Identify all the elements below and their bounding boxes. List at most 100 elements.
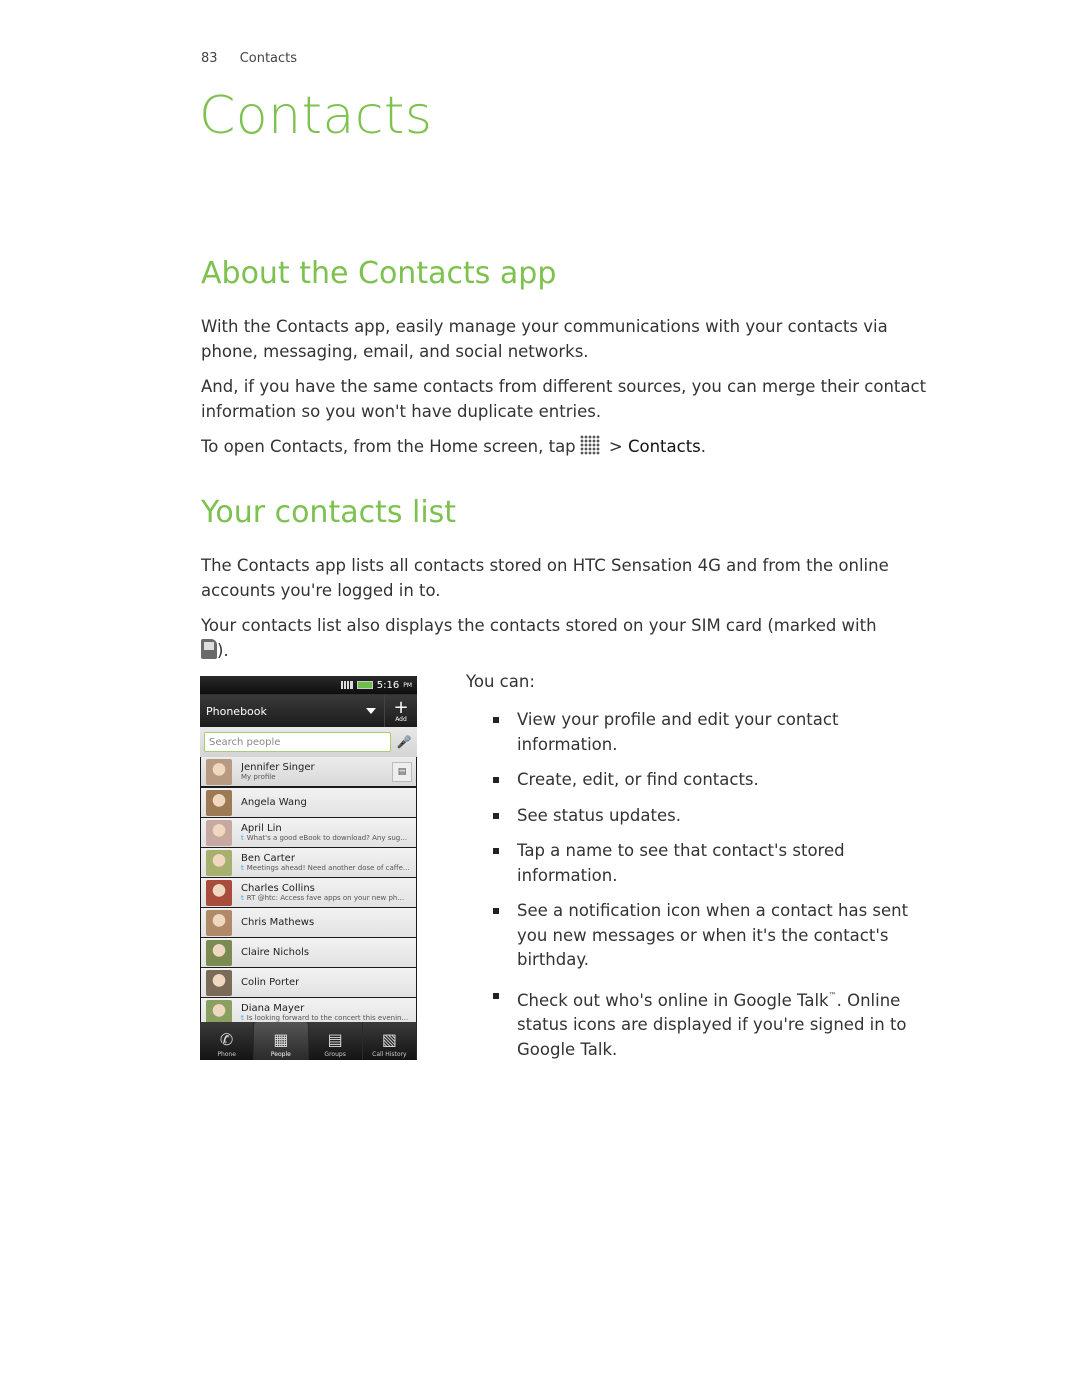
contact-row[interactable]: Charles Collins t RT @htc: Access fave app… — [201, 878, 416, 907]
you-can-label: You can: — [466, 672, 535, 691]
list-paragraph-1: The Contacts app lists all contacts stor… — [201, 556, 889, 600]
contact-status: t What's a good eBook to download? Any su… — [241, 834, 407, 842]
contact-avatar — [206, 819, 232, 846]
running-header: 83 Contacts — [201, 51, 297, 66]
tab-groups[interactable]: ▤ Groups — [309, 1022, 363, 1060]
list-paragraph-2: Your contacts list also displays the con… — [201, 614, 941, 663]
status-ampm: PM — [403, 681, 412, 689]
about-paragraph-2: And, if you have the same contacts from … — [201, 377, 927, 421]
twitter-icon: t — [241, 1014, 244, 1022]
tab-phone[interactable]: ✆ Phone — [200, 1022, 255, 1060]
open-instruction-separator: > — [608, 437, 623, 456]
contact-text: Colin Porter — [241, 977, 299, 988]
running-section: Contacts — [239, 51, 298, 66]
chapter-title: Contacts — [199, 86, 433, 146]
heading-about: About the Contacts app — [201, 256, 557, 291]
search-people-input[interactable]: Search people — [204, 732, 391, 752]
contact-card-icon[interactable]: ▤ — [392, 762, 412, 782]
contact-name: Diana Mayer — [241, 1003, 305, 1014]
groups-icon: ▤ — [327, 1030, 343, 1049]
dropdown-caret-icon[interactable] — [366, 708, 376, 714]
contact-row[interactable]: Colin Porter — [201, 968, 416, 997]
contact-status: t Meetings ahead! Need another dose of ca… — [241, 864, 410, 872]
contact-name: Charles Collins — [241, 883, 315, 894]
contact-name: April Lin — [241, 823, 282, 834]
contact-text: Claire Nichols — [241, 947, 309, 958]
contact-row[interactable]: Claire Nichols — [201, 938, 416, 967]
contact-status: t Is looking forward to the concert this … — [241, 1014, 409, 1022]
status-time: 5:16 — [376, 679, 400, 691]
contact-row[interactable]: Ben Carter t Meetings ahead! Need another … — [201, 848, 416, 877]
contact-row[interactable]: Chris Mathews — [201, 908, 416, 937]
search-row: Search people 🎤 — [200, 727, 417, 757]
contact-text: April Lin t What's a good eBook to downloa… — [241, 823, 411, 842]
heading-contacts-list: Your contacts list — [201, 495, 457, 530]
contact-row[interactable]: April Lin t What's a good eBook to downloa… — [201, 818, 416, 847]
open-instruction: To open Contacts, from the Home screen, … — [201, 435, 941, 460]
contact-avatar — [206, 789, 232, 816]
tab-label: People — [270, 1051, 291, 1058]
call-history-icon: ▧ — [381, 1030, 397, 1049]
open-instruction-prefix: To open Contacts, from the Home screen, … — [201, 437, 576, 456]
contact-status: My profile — [241, 773, 276, 781]
contact-avatar — [206, 939, 232, 966]
contact-text: Chris Mathews — [241, 917, 314, 928]
tab-label: Phone — [217, 1051, 236, 1058]
contact-avatar — [206, 849, 232, 876]
sim-card-icon — [201, 638, 217, 659]
contact-avatar — [206, 969, 232, 996]
open-instruction-suffix: . — [700, 437, 707, 456]
bottom-tab-bar: ✆ Phone ▦ People ▤ Groups ▧ Call History — [200, 1022, 417, 1060]
contact-text: Jennifer Singer My profile — [241, 762, 411, 781]
twitter-icon: t — [241, 834, 244, 842]
tab-label: Call History — [372, 1051, 407, 1058]
add-contact-button[interactable]: + Add — [384, 695, 417, 727]
open-instruction-target: Contacts — [627, 437, 701, 456]
tab-people[interactable]: ▦ People — [254, 1022, 309, 1060]
status-bar: 5:16 PM — [200, 676, 417, 694]
feature-bullet: See status updates. — [490, 804, 935, 829]
contact-name: Chris Mathews — [241, 917, 315, 928]
phone-screenshot: 5:16 PM Phonebook + Add Search people 🎤 … — [200, 676, 417, 1060]
all-apps-grid-icon — [579, 435, 600, 455]
list-paragraph-2-text: Your contacts list also displays the con… — [201, 616, 877, 635]
contact-name: Claire Nichols — [241, 947, 310, 958]
contact-status: t RT @htc: Access fave apps on your new p… — [241, 894, 405, 902]
people-icon: ▦ — [273, 1030, 289, 1049]
contact-text: Diana Mayer t Is looking forward to the co… — [241, 1003, 411, 1022]
feature-bullet: View your profile and edit your contact … — [490, 708, 935, 757]
contact-text: Charles Collins t RT @htc: Access fave app… — [241, 883, 411, 902]
tab-call-history[interactable]: ▧ Call History — [363, 1022, 417, 1060]
contact-avatar — [206, 909, 232, 936]
feature-bullet: Check out who's online in Google Talk™. … — [490, 984, 935, 1063]
list-paragraph-2-suffix: ). — [217, 640, 229, 660]
contact-name: Jennifer Singer — [241, 762, 315, 773]
battery-icon — [356, 681, 373, 689]
twitter-icon: t — [241, 864, 244, 872]
microphone-icon[interactable]: 🎤 — [395, 731, 413, 753]
tab-label: Groups — [324, 1051, 346, 1058]
phonebook-title-bar: Phonebook + Add — [200, 694, 417, 727]
feature-bullet: Create, edit, or find contacts. — [490, 768, 935, 793]
feature-list: View your profile and edit your contact … — [490, 708, 935, 1073]
feature-bullet: See a notification icon when a contact h… — [490, 899, 935, 973]
contact-avatar — [206, 879, 232, 906]
page-number: 83 — [201, 51, 218, 66]
twitter-icon: t — [241, 894, 244, 902]
add-label: Add — [395, 715, 407, 723]
contact-row[interactable]: Angela Wang — [201, 788, 416, 817]
trademark-mark: ™ — [828, 990, 837, 1000]
contact-list: Jennifer Singer My profile ▤ Angela Wang Apr… — [200, 757, 417, 1027]
contact-text: Angela Wang — [241, 797, 307, 808]
about-paragraph-1: With the Contacts app, easily manage you… — [201, 317, 888, 361]
phonebook-selector[interactable]: Phonebook — [206, 705, 366, 718]
contact-name: Ben Carter — [241, 853, 295, 864]
signal-icon — [340, 681, 353, 689]
my-profile-row[interactable]: Jennifer Singer My profile ▤ — [201, 757, 416, 786]
contact-text: Ben Carter t Meetings ahead! Need another … — [241, 853, 411, 872]
plus-icon: + — [393, 696, 409, 718]
contact-avatar — [206, 758, 232, 785]
contact-name: Colin Porter — [241, 977, 300, 988]
contact-name: Angela Wang — [241, 797, 307, 808]
feature-bullet: Tap a name to see that contact's stored … — [490, 839, 935, 888]
